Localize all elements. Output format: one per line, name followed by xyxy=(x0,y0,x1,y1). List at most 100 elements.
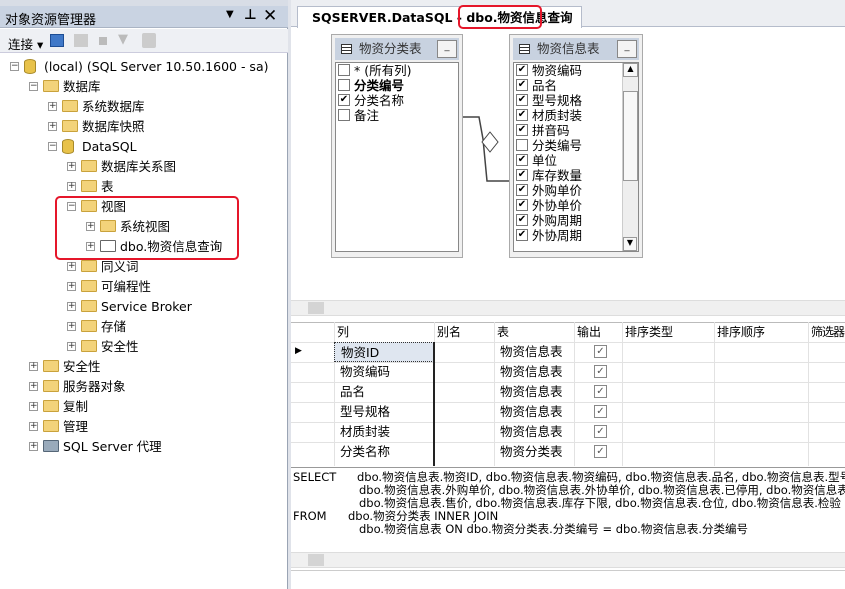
expand-icon[interactable]: + xyxy=(48,102,57,111)
output-checkbox[interactable]: ✓ xyxy=(594,385,607,398)
column-item[interactable]: ✔ 品名 xyxy=(514,78,638,93)
column-checkbox[interactable]: ✔ xyxy=(338,94,350,106)
column-item[interactable]: ✔ 型号规格 xyxy=(514,93,638,108)
column-header[interactable]: 排序类型 xyxy=(623,322,673,342)
tree-item[interactable]: + 表 xyxy=(0,177,288,197)
expand-icon[interactable]: + xyxy=(29,382,38,391)
column-item[interactable]: ✔ 库存数量 xyxy=(514,168,638,183)
column-checkbox[interactable]: ✔ xyxy=(516,94,528,106)
column-item[interactable]: ✔ 外购单价 xyxy=(514,183,638,198)
cell-table[interactable]: 物资信息表 xyxy=(494,342,563,362)
column-checkbox[interactable]: ✔ xyxy=(516,64,528,76)
output-checkbox[interactable]: ✓ xyxy=(594,425,607,438)
column-item[interactable]: ✔ 外购周期 xyxy=(514,213,638,228)
column-header[interactable]: 筛选器 xyxy=(809,322,845,342)
column-item[interactable]: ✔ 拼音码 xyxy=(514,123,638,138)
join-line[interactable] xyxy=(463,83,511,183)
tree-item[interactable]: + 服务器对象 xyxy=(0,377,288,397)
column-checkbox[interactable]: ✔ xyxy=(516,154,528,166)
column-item[interactable]: ✔ 外协单价 xyxy=(514,198,638,213)
tree-item[interactable]: + 安全性 xyxy=(0,337,288,357)
expand-icon[interactable]: + xyxy=(67,262,76,271)
expand-icon[interactable]: + xyxy=(29,442,38,451)
column-checkbox[interactable]: ✔ xyxy=(516,109,528,121)
sql-scrollbar[interactable] xyxy=(291,552,845,568)
column-header[interactable]: 表 xyxy=(495,322,509,342)
column-checkbox[interactable]: ✔ xyxy=(516,229,528,241)
expand-icon[interactable]: + xyxy=(67,162,76,171)
collapse-icon[interactable]: − xyxy=(29,82,38,91)
column-item[interactable]: ✔ 物资编码 xyxy=(514,63,638,78)
output-checkbox[interactable]: ✓ xyxy=(594,365,607,378)
cell-column[interactable]: 物资ID xyxy=(334,342,434,362)
table-物资分类表[interactable]: 物资分类表 _ * (所有列) 分类编号 ✔ 分类名称 备注 xyxy=(331,34,463,258)
output-checkbox[interactable]: ✓ xyxy=(594,405,607,418)
column-item[interactable]: 分类编号 xyxy=(336,78,458,93)
vertical-scrollbar[interactable]: ▲ ▼ xyxy=(622,63,638,251)
column-header[interactable]: 列 xyxy=(335,322,349,342)
column-item[interactable]: ✔ 外协周期 xyxy=(514,228,638,243)
column-header[interactable]: 别名 xyxy=(435,322,461,342)
script-icon[interactable] xyxy=(142,33,156,48)
minimize-button[interactable]: _ xyxy=(617,40,637,58)
expand-icon[interactable]: + xyxy=(29,362,38,371)
diagram-scrollbar[interactable] xyxy=(291,300,845,316)
filter-icon[interactable]: ▼ xyxy=(118,32,128,47)
cell-column[interactable]: 分类名称 xyxy=(334,442,434,462)
collapse-icon[interactable]: − xyxy=(10,62,19,71)
tree-item[interactable]: + 复制 xyxy=(0,397,288,417)
expand-icon[interactable]: + xyxy=(29,402,38,411)
column-item[interactable]: ✔ 分类名称 xyxy=(336,93,458,108)
close-icon[interactable]: ✕ xyxy=(263,6,277,26)
disconnect-icon[interactable] xyxy=(74,34,88,47)
stop-icon[interactable] xyxy=(99,37,107,45)
tree-item[interactable]: − 数据库 xyxy=(0,77,288,97)
tree-item[interactable]: + 数据库关系图 xyxy=(0,157,288,177)
expand-icon[interactable]: + xyxy=(67,302,76,311)
dropdown-icon[interactable]: ▼ xyxy=(226,9,234,20)
tree-item[interactable]: + 管理 xyxy=(0,417,288,437)
tree-item[interactable]: − DataSQL xyxy=(0,137,288,157)
tree-item[interactable]: + 同义词 xyxy=(0,257,288,277)
collapse-icon[interactable]: − xyxy=(48,142,57,151)
sql-pane[interactable]: SELECT dbo.物资信息表.物资ID, dbo.物资信息表.物资编码, db… xyxy=(291,467,845,549)
cell-table[interactable]: 物资信息表 xyxy=(494,362,563,382)
tree-item[interactable]: + 可编程性 xyxy=(0,277,288,297)
scroll-thumb[interactable] xyxy=(623,91,638,181)
pin-icon[interactable]: ⊥ xyxy=(244,7,257,23)
connect-button[interactable]: 连接 ▾ xyxy=(8,34,43,53)
table-header[interactable]: 物资分类表 _ xyxy=(335,38,459,60)
tree-item[interactable]: + 系统数据库 xyxy=(0,97,288,117)
column-checkbox[interactable]: ✔ xyxy=(516,79,528,91)
tree-item[interactable]: + SQL Server 代理 xyxy=(0,437,288,457)
output-checkbox[interactable]: ✓ xyxy=(594,345,607,358)
column-checkbox[interactable] xyxy=(338,64,350,76)
column-item[interactable]: ✔ 单位 xyxy=(514,153,638,168)
cell-table[interactable]: 物资信息表 xyxy=(494,402,563,422)
expand-icon[interactable]: + xyxy=(29,422,38,431)
column-header[interactable]: 输出 xyxy=(575,322,601,342)
table-物资信息表[interactable]: 物资信息表 _ ✔ 物资编码 ✔ 品名 ✔ 型号规格 ✔ 材质封装 ✔ 拼音码 分类编号 ✔ 单位 ✔ 库存数量… xyxy=(509,34,643,258)
column-checkbox[interactable]: ✔ xyxy=(516,124,528,136)
expand-icon[interactable]: + xyxy=(48,122,57,131)
column-item[interactable]: ✔ 材质封装 xyxy=(514,108,638,123)
column-checkbox[interactable]: ✔ xyxy=(516,184,528,196)
cell-table[interactable]: 物资信息表 xyxy=(494,382,563,402)
column-checkbox[interactable] xyxy=(338,109,350,121)
column-checkbox[interactable]: ✔ xyxy=(516,169,528,181)
tree-item[interactable]: + 存储 xyxy=(0,317,288,337)
cell-column[interactable]: 物资编码 xyxy=(334,362,434,382)
cell-table[interactable]: 物资信息表 xyxy=(494,422,563,442)
column-item[interactable]: 分类编号 xyxy=(514,138,638,153)
expand-icon[interactable]: + xyxy=(67,342,76,351)
expand-icon[interactable]: + xyxy=(67,322,76,331)
minimize-button[interactable]: _ xyxy=(437,40,457,58)
expand-icon[interactable]: + xyxy=(67,282,76,291)
expand-icon[interactable]: + xyxy=(67,182,76,191)
cell-column[interactable]: 材质封装 xyxy=(334,422,434,442)
tree-item[interactable]: + 安全性 xyxy=(0,357,288,377)
cell-column[interactable]: 品名 xyxy=(334,382,434,402)
cell-column[interactable]: 型号规格 xyxy=(334,402,434,422)
column-header[interactable]: 排序顺序 xyxy=(715,322,765,342)
column-checkbox[interactable] xyxy=(516,139,528,151)
